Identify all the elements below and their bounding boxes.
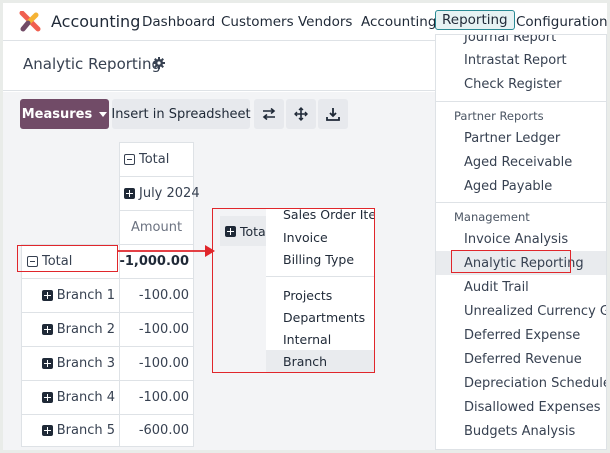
expand-icon (41, 425, 53, 436)
menu-item-disallowed-expenses[interactable]: Disallowed Expenses (436, 395, 606, 419)
nav-reporting[interactable]: Reporting (435, 10, 515, 30)
expand-all-button[interactable] (286, 99, 316, 129)
nav-vendors[interactable]: Vendors (298, 14, 352, 30)
caret-down-icon (99, 111, 108, 117)
menu-header-partner-reports: Partner Reports (454, 109, 544, 123)
download-icon (326, 108, 340, 121)
value-cell[interactable]: -100.00 (119, 346, 194, 381)
menu-item-depreciation-schedule[interactable]: Depreciation Schedule (436, 371, 606, 395)
measures-button[interactable]: Measures (20, 99, 109, 129)
menu-item-aged-receivable[interactable]: Aged Receivable (436, 150, 606, 174)
menu-item-intrastat-report[interactable]: Intrastat Report (436, 48, 606, 72)
gear-icon[interactable] (153, 57, 165, 69)
menu-item-unrealized-currency-gains[interactable]: Unrealized Currency Gains (436, 299, 606, 323)
insert-in-spreadsheet-button[interactable]: Insert in Spreadsheet (111, 99, 251, 129)
menu-item-deferred-expense[interactable]: Deferred Expense (436, 323, 606, 347)
measures-label: Measures (21, 106, 93, 122)
col-header-july-2024[interactable]: July 2024 (119, 176, 200, 211)
annotation-arrow-icon (117, 245, 215, 257)
value-cell[interactable]: -600.00 (119, 414, 194, 447)
menu-item-invoice-analysis[interactable]: Invoice Analysis (436, 227, 606, 251)
annotation-box-total (17, 245, 118, 272)
annotation-box-analytic-reporting (451, 250, 571, 273)
annotation-box-popup (212, 208, 375, 373)
accounting-logo-icon[interactable] (19, 11, 41, 33)
menu-item-check-register[interactable]: Check Register (436, 72, 606, 96)
menu-divider (436, 202, 606, 203)
col-header-total[interactable]: Total (119, 142, 194, 177)
flip-axis-button[interactable] (254, 99, 284, 129)
menu-item-audit-trail[interactable]: Audit Trail (436, 275, 606, 299)
collapse-icon (124, 154, 135, 165)
menu-header-management: Management (454, 210, 530, 224)
menu-item-partner-ledger[interactable]: Partner Ledger (436, 126, 606, 150)
row-header-branch-1[interactable]: Branch 1 (21, 278, 120, 313)
row-header-branch-4[interactable]: Branch 4 (21, 380, 120, 415)
menu-item-deferred-revenue[interactable]: Deferred Revenue (436, 347, 606, 371)
nav-configuration[interactable]: Configuration (516, 14, 608, 30)
move-arrows-icon (294, 107, 308, 121)
app-name[interactable]: Accounting (51, 12, 140, 31)
expand-icon (124, 188, 135, 199)
nav-dashboard[interactable]: Dashboard (142, 14, 215, 30)
menu-divider (436, 101, 606, 102)
nav-accounting[interactable]: Accounting (361, 14, 436, 30)
row-header-branch-2[interactable]: Branch 2 (21, 312, 120, 347)
expand-icon (41, 324, 53, 335)
reporting-dropdown-menu: Journal Report Intrastat Report Check Re… (435, 34, 607, 450)
nav-customers[interactable]: Customers (221, 14, 294, 30)
expand-icon (41, 290, 53, 301)
row-header-branch-5[interactable]: Branch 5 (21, 414, 120, 447)
menu-item-budgets-analysis[interactable]: Budgets Analysis (436, 419, 606, 443)
swap-arrows-icon (262, 108, 276, 120)
expand-icon (41, 392, 53, 403)
expand-icon (41, 358, 53, 369)
menu-item-journal-report[interactable]: Journal Report (436, 35, 606, 47)
value-cell[interactable]: -100.00 (119, 312, 194, 347)
value-cell[interactable]: -100.00 (119, 380, 194, 415)
page-title: Analytic Reporting (23, 55, 161, 73)
download-button[interactable] (318, 99, 348, 129)
row-header-branch-3[interactable]: Branch 3 (21, 346, 120, 381)
menu-item-aged-payable[interactable]: Aged Payable (436, 174, 606, 198)
value-cell[interactable]: -100.00 (119, 278, 194, 313)
